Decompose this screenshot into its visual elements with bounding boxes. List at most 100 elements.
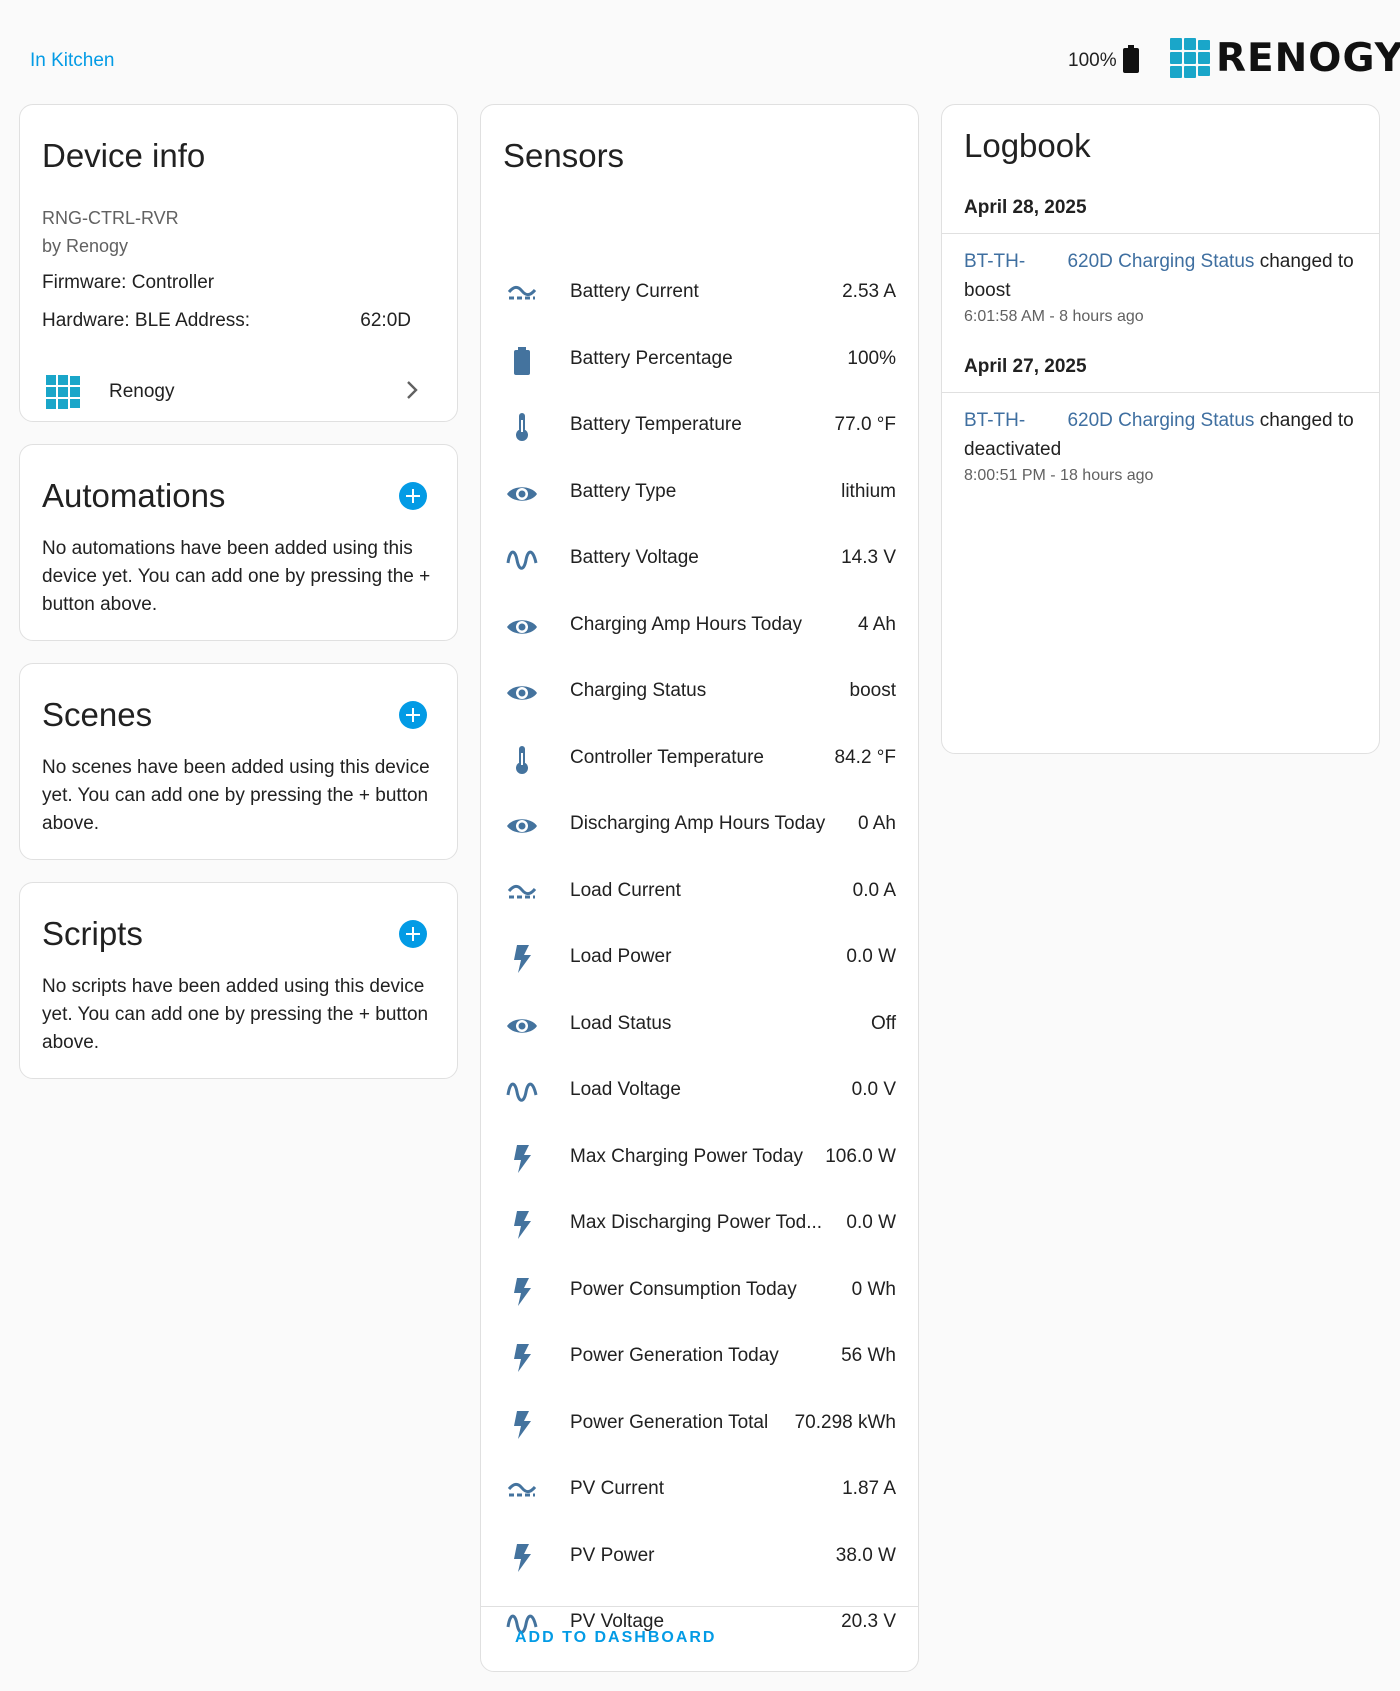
sensor-row[interactable]: Max Charging Power Today 106.0 W (481, 1130, 918, 1197)
sensor-row[interactable]: Battery Voltage 14.3 V (481, 531, 918, 598)
sensor-name: Load Status (570, 1012, 672, 1034)
flash-icon (505, 1341, 539, 1375)
sensor-name: Power Generation Total (570, 1411, 769, 1433)
device-firmware: Firmware: Controller (42, 272, 215, 293)
flash-icon (505, 1275, 539, 1309)
renogy-logo-icon (1170, 38, 1210, 78)
logbook-message: changed to (1259, 410, 1354, 431)
sensor-name: Power Generation Today (570, 1345, 779, 1366)
sensor-value: 0.0 W (846, 1212, 896, 1233)
scenes-card: Scenes No scenes have been added using t… (19, 663, 458, 860)
scripts-empty-text: No scripts have been added using this de… (42, 976, 429, 1053)
sensor-value: 0.0 W (846, 946, 896, 967)
sensor-row[interactable]: Power Generation Total 70.298 kWh (481, 1396, 918, 1463)
logbook-message: changed to (1259, 251, 1354, 272)
sensor-row[interactable]: Max Discharging Power Tod... 0.0 W (481, 1196, 918, 1263)
sensor-row[interactable]: Charging Amp Hours Today 4 Ah (481, 598, 918, 665)
voltage-icon (505, 1075, 539, 1109)
area-link[interactable]: In Kitchen (30, 50, 115, 72)
sensor-row[interactable]: Load Current 0.0 A (481, 864, 918, 931)
sensor-row[interactable]: Charging Status boost (481, 664, 918, 731)
sensor-name: Load Current (570, 879, 681, 901)
sensor-row[interactable]: Battery Type lithium (481, 465, 918, 532)
sensor-value: 4 Ah (857, 613, 896, 635)
add-automation-button[interactable] (399, 482, 427, 510)
sensor-name: Load Voltage (570, 1079, 681, 1100)
sensor-row[interactable]: Battery Temperature 77.0 °F (481, 398, 918, 465)
sensor-value: 38.0 W (835, 1544, 896, 1566)
logbook-device-link[interactable]: BT-TH- (964, 410, 1025, 431)
sensor-row[interactable]: Load Status Off (481, 997, 918, 1064)
sensor-row[interactable]: Power Generation Today 56 Wh (481, 1329, 918, 1396)
sensor-name: Max Charging Power Today (570, 1145, 804, 1167)
sensor-row[interactable]: Power Consumption Today 0 Wh (481, 1263, 918, 1330)
thermometer-icon (505, 410, 539, 444)
sensor-row[interactable]: Load Voltage 0.0 V (481, 1063, 918, 1130)
device-model-name: RNG-CTRL-RVR (42, 208, 179, 228)
sensor-row[interactable]: PV Current 1.87 A (481, 1462, 918, 1529)
logbook-device-link[interactable]: BT-TH- (964, 251, 1025, 272)
device-hardware-value: 62:0D (360, 310, 411, 331)
sensor-row[interactable]: Load Power 0.0 W (481, 930, 918, 997)
sensor-name: Load Power (570, 946, 672, 967)
voltage-icon (505, 543, 539, 577)
sensor-row[interactable]: Controller Temperature 84.2 °F (481, 731, 918, 798)
sensor-name: Max Discharging Power Tod... (570, 1212, 823, 1233)
sensor-value: Off (871, 1012, 896, 1034)
manufacturer-link-row[interactable]: Renogy (20, 361, 457, 421)
device-hardware-label: Hardware: BLE Address: (42, 310, 251, 331)
sensor-row[interactable]: PV Power 38.0 W (481, 1529, 918, 1596)
eye-icon (505, 809, 539, 843)
current-icon (505, 876, 539, 910)
device-info-title: Device info (42, 137, 206, 174)
battery-percent: 100% (1068, 50, 1117, 71)
logbook-state: boost (964, 280, 1011, 301)
flash-icon (505, 1541, 539, 1575)
scripts-title: Scripts (42, 915, 143, 952)
logbook-date: April 27, 2025 (964, 356, 1087, 377)
sensor-value: 77.0 °F (834, 414, 896, 435)
sensor-value: 1.87 A (842, 1478, 896, 1499)
top-bar: In Kitchen 100% RENOGY (0, 0, 1400, 104)
device-info-card: Device info RNG-CTRL-RVR by Renogy Firmw… (19, 104, 458, 422)
logbook-divider (942, 233, 1379, 234)
sensors-title: Sensors (503, 137, 625, 174)
logbook-entry: BT-TH- 620D Charging Status changed to b… (964, 247, 1359, 305)
sensors-footer: ADD TO DASHBOARD (481, 1606, 918, 1671)
add-script-button[interactable] (399, 920, 427, 948)
sensor-value: 70.298 kWh (794, 1411, 896, 1433)
logbook-entry: BT-TH- 620D Charging Status changed to d… (964, 406, 1359, 464)
sensor-value: 0.0 A (852, 879, 896, 901)
eye-icon (505, 1009, 539, 1043)
thermometer-icon (505, 743, 539, 777)
eye-icon (505, 676, 539, 710)
renogy-brand-icon (46, 375, 80, 414)
logbook-entity-link[interactable]: 620D Charging Status (1067, 251, 1254, 272)
sensor-value: boost (849, 680, 896, 701)
sensor-value: 0.0 V (851, 1079, 896, 1100)
sensor-row[interactable]: Battery Percentage 100% (481, 332, 918, 399)
logbook-entity-link[interactable]: 620D Charging Status (1067, 410, 1254, 431)
device-manufacturer: by Renogy (42, 236, 129, 256)
scripts-card: Scripts No scripts have been added using… (19, 882, 458, 1079)
automations-card: Automations No automations have been add… (19, 444, 458, 641)
sensor-value: 14.3 V (841, 547, 896, 568)
logbook-state: deactivated (964, 439, 1062, 460)
sensor-row[interactable]: Discharging Amp Hours Today 0 Ah (481, 797, 918, 864)
sensor-row[interactable]: Battery Current 2.53 A (481, 265, 918, 332)
sensor-name: Controller Temperature (570, 746, 764, 768)
sensor-name: Power Consumption Today (570, 1278, 797, 1300)
sensor-list: Battery Current 2.53 A Battery Percentage 1… (481, 265, 918, 1662)
logbook-date: April 28, 2025 (964, 197, 1087, 218)
sensor-value: 100% (847, 347, 896, 369)
logbook-time: 6:01:58 AM - 8 hours ago (964, 308, 1144, 325)
sensor-name: Battery Voltage (570, 547, 699, 568)
logbook-card: Logbook April 28, 2025 BT-TH- 620D Charg… (941, 104, 1380, 754)
add-to-dashboard-button[interactable]: ADD TO DASHBOARD (515, 1629, 716, 1647)
flash-icon (505, 1142, 539, 1176)
sensor-name: Discharging Amp Hours Today (570, 813, 826, 834)
add-scene-button[interactable] (399, 701, 427, 729)
sensor-name: Battery Temperature (570, 414, 742, 435)
sensor-name: Charging Status (570, 680, 707, 701)
automations-empty-text: No automations have been added using thi… (42, 538, 431, 615)
